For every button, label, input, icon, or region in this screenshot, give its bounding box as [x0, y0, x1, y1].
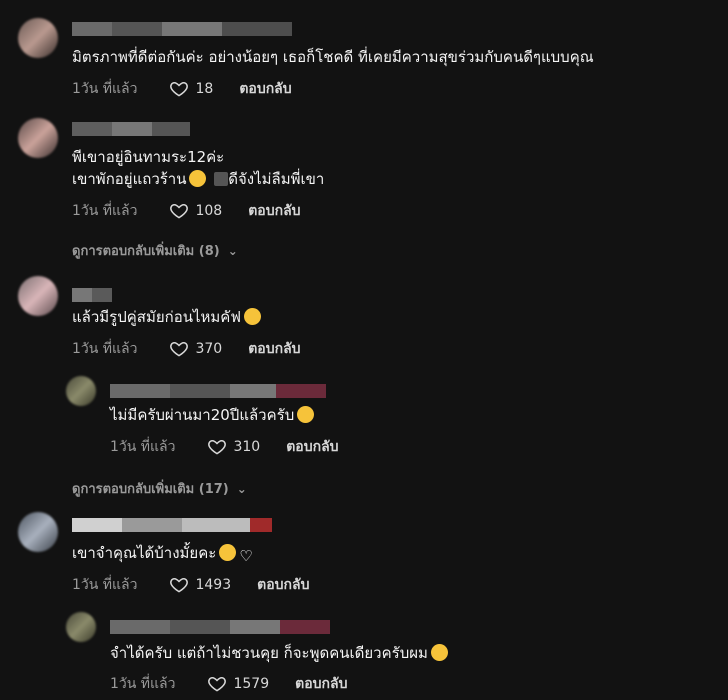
heart-eyes-emoji-icon — [297, 406, 315, 423]
avatar[interactable] — [18, 118, 58, 158]
reply-meta: 1วัน ที่แล้ว 1579 ตอบกลับ — [110, 673, 347, 695]
avatar[interactable] — [66, 376, 96, 406]
view-more-label: ดูการตอบกลับเพิ่มเติม (8) — [72, 244, 220, 259]
comment-text-part: ดีจังไม่ลืมพี่เขา — [228, 170, 325, 188]
like-count: 310 — [233, 439, 261, 455]
heart-eyes-emoji-icon — [189, 170, 207, 187]
comment-text-part: เขาพักอยู่แถวร้าน — [72, 170, 187, 188]
reply-button[interactable]: ตอบกลับ — [257, 574, 309, 596]
sad-emoji-icon — [219, 544, 237, 561]
comment-meta: 1วัน ที่แล้ว 108 ตอบกลับ — [72, 200, 301, 222]
comment-text: แล้วมีรูปคู่สมัยก่อนไหมคัฟ — [72, 306, 261, 328]
avatar[interactable] — [66, 612, 96, 642]
avatar[interactable] — [18, 18, 58, 58]
avatar[interactable] — [18, 512, 58, 552]
comment-text-part: แล้วมีรูปคู่สมัยก่อนไหมคัฟ — [72, 308, 241, 326]
comment-text: เขาจำคุณได้บ้างมั้ยคะ ♡ — [72, 542, 253, 567]
like-count: 108 — [195, 203, 223, 219]
grinning-emoji-icon — [243, 308, 261, 325]
unknown-glyph-icon — [214, 172, 229, 186]
reply-text-part: ไม่มีครับผ่านมา20ปีแล้วครับ — [110, 406, 295, 424]
comment-meta: 1วัน ที่แล้ว 18 ตอบกลับ — [72, 78, 292, 100]
reply-time: 1วัน ที่แล้ว — [110, 676, 176, 692]
username-pixelated[interactable] — [72, 122, 190, 136]
reply-button[interactable]: ตอบกลับ — [295, 673, 347, 695]
like-count: 18 — [195, 81, 214, 97]
reply-text: ไม่มีครับผ่านมา20ปีแล้วครับ — [110, 404, 315, 426]
chevron-down-icon: ⌄ — [236, 481, 247, 496]
comment-time: 1วัน ที่แล้ว — [72, 577, 138, 593]
reply-meta: 1วัน ที่แล้ว 310 ตอบกลับ — [110, 436, 339, 458]
disappointed-emoji-icon — [430, 644, 448, 661]
comment-time: 1วัน ที่แล้ว — [72, 341, 138, 357]
comment-text-part: เขาจำคุณได้บ้างมั้ยคะ — [72, 544, 217, 562]
like-button[interactable]: 370 — [169, 339, 222, 359]
like-button[interactable]: 108 — [169, 201, 222, 221]
like-count: 1579 — [233, 676, 270, 692]
username-pixelated[interactable] — [72, 288, 112, 302]
reply-button[interactable]: ตอบกลับ — [248, 200, 300, 222]
comment-text: พีเขาอยู่อินทามระ12ค่ะ — [72, 148, 225, 166]
view-more-label: ดูการตอบกลับเพิ่มเติม (17) — [72, 482, 229, 497]
view-more-replies[interactable]: ดูการตอบกลับเพิ่มเติม (17) ⌄ — [72, 478, 247, 499]
heart-outline-icon — [170, 203, 189, 219]
like-button[interactable]: 310 — [207, 437, 260, 457]
like-count: 1493 — [195, 577, 232, 593]
like-count: 370 — [195, 341, 223, 357]
reply-text-part: จำได้ครับ แต่ถ้าไม่ชวนคุย ก็จะพูดคนเดียว… — [110, 644, 428, 662]
heart-outline-icon — [208, 439, 227, 455]
username-pixelated[interactable] — [72, 22, 292, 36]
heart-outline-icon — [208, 676, 227, 692]
heart-outline-icon — [170, 577, 189, 593]
heart-outline-icon — [170, 341, 189, 357]
like-button[interactable]: 1579 — [207, 674, 269, 694]
heart-outline-icon — [170, 81, 189, 97]
comment-time: 1วัน ที่แล้ว — [72, 81, 138, 97]
reply-button[interactable]: ตอบกลับ — [239, 78, 291, 100]
reply-text: จำได้ครับ แต่ถ้าไม่ชวนคุย ก็จะพูดคนเดียว… — [110, 642, 448, 664]
reply-button[interactable]: ตอบกลับ — [248, 338, 300, 360]
comment-text: เขาพักอยู่แถวร้าน ดีจังไม่ลืมพี่เขา — [72, 168, 324, 190]
comment-meta: 1วัน ที่แล้ว 370 ตอบกลับ — [72, 338, 301, 360]
username-pixelated[interactable] — [110, 620, 330, 634]
username-pixelated[interactable] — [110, 384, 326, 398]
username-pixelated[interactable] — [72, 518, 272, 532]
chevron-down-icon: ⌄ — [227, 243, 238, 258]
avatar[interactable] — [18, 276, 58, 316]
like-button[interactable]: 1493 — [169, 575, 231, 595]
comment-time: 1วัน ที่แล้ว — [72, 203, 138, 219]
comment-text: มิตรภาพที่ดีต่อกันค่ะ อย่างน้อยๆ เธอก็โช… — [72, 48, 594, 66]
comment-meta: 1วัน ที่แล้ว 1493 ตอบกลับ — [72, 574, 309, 596]
reply-button[interactable]: ตอบกลับ — [286, 436, 338, 458]
white-heart-emoji-icon: ♡ — [239, 547, 253, 565]
reply-time: 1วัน ที่แล้ว — [110, 439, 176, 455]
view-more-replies[interactable]: ดูการตอบกลับเพิ่มเติม (8) ⌄ — [72, 240, 238, 261]
like-button[interactable]: 18 — [169, 79, 213, 99]
